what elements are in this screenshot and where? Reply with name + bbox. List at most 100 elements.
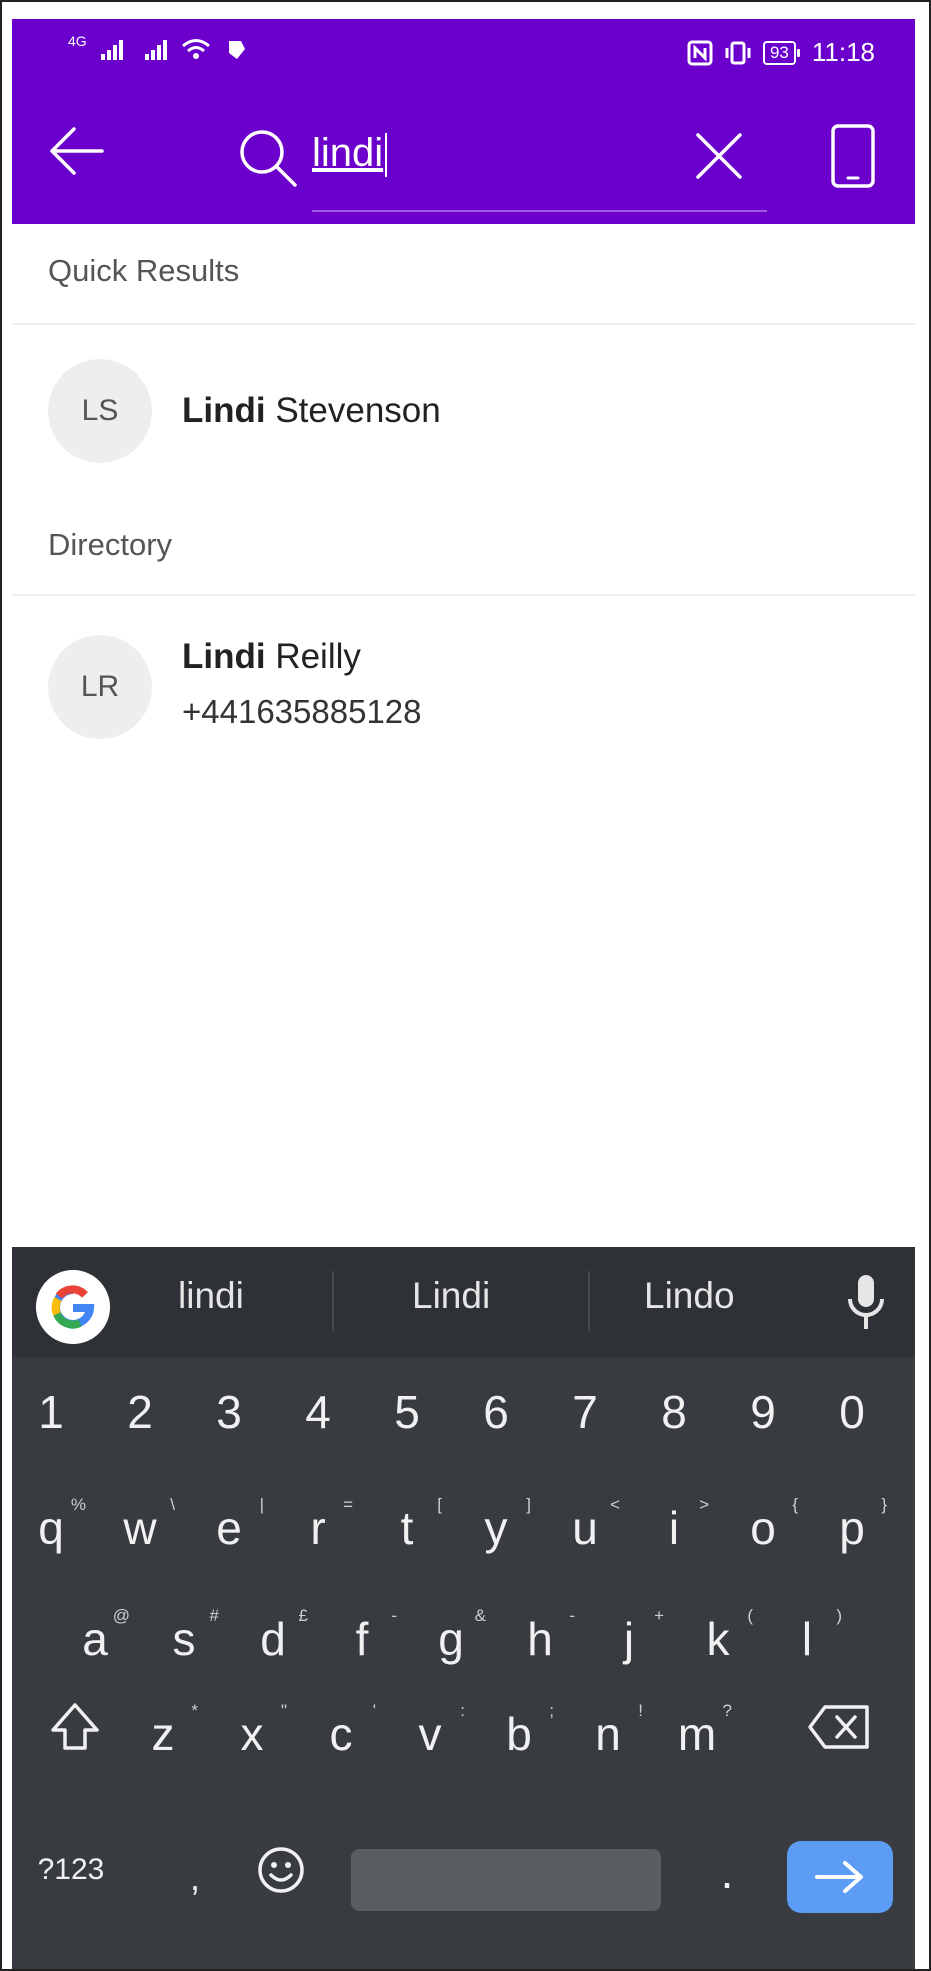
key-label: x (240, 1708, 264, 1760)
key-x[interactable]: x " (227, 1701, 288, 1761)
key-label: k (706, 1613, 730, 1665)
key-1[interactable]: 1 (26, 1385, 76, 1439)
key-d[interactable]: d £ (248, 1606, 308, 1666)
key-7[interactable]: 7 (560, 1385, 610, 1439)
phone-screen: 4G 93 11:18 lindi Quick Results LS Lindi… (12, 19, 915, 1969)
section-divider (12, 323, 915, 325)
key-b[interactable]: b; (494, 1701, 554, 1761)
battery-icon: 93 (762, 40, 800, 65)
microphone-icon[interactable] (844, 1273, 888, 1333)
key-label: e (216, 1502, 242, 1554)
key-4[interactable]: 4 (293, 1385, 343, 1439)
key-hint: * (191, 1701, 198, 1720)
section-divider (12, 594, 915, 596)
key-6[interactable]: 6 (471, 1385, 521, 1439)
suggestion-1[interactable]: lindi (178, 1275, 244, 1317)
key-hint: > (699, 1495, 709, 1514)
key-2[interactable]: 2 (115, 1385, 165, 1439)
key-m[interactable]: m? (672, 1701, 732, 1761)
key-label: 8 (661, 1386, 687, 1438)
search-input[interactable]: lindi (312, 123, 752, 183)
key-hint: : (460, 1701, 465, 1720)
key-y[interactable]: y] (471, 1495, 532, 1555)
period-key[interactable]: . (712, 1845, 742, 1899)
directory-header: Directory (48, 527, 173, 562)
key-label: h (527, 1613, 553, 1665)
key-r[interactable]: r = (293, 1495, 353, 1555)
key-label: t (400, 1502, 414, 1554)
name-match: Lindi (182, 391, 266, 430)
key-label: w (123, 1502, 157, 1554)
key-n[interactable]: n! (583, 1701, 643, 1761)
symbols-key[interactable]: ?123 (36, 1853, 106, 1887)
key-label: i (668, 1502, 680, 1554)
app-bar: 4G 93 11:18 lindi (12, 19, 915, 224)
key-label: 1 (38, 1386, 64, 1438)
directory-item[interactable]: LR Lindi Reilly +441635885128 (12, 631, 915, 771)
key-p[interactable]: p} (827, 1495, 887, 1555)
key-i[interactable]: i > (649, 1495, 709, 1555)
key-f[interactable]: f- (337, 1606, 397, 1666)
emoji-icon[interactable] (256, 1845, 306, 1895)
keyboard: lindi Lindi Lindo 1234567 890 q% w \ e | r = t[ y… (12, 1247, 915, 1969)
key-hint: % (70, 1495, 86, 1514)
suggestion-divider (588, 1271, 590, 1331)
shift-icon[interactable] (48, 1700, 102, 1754)
key-k[interactable]: k( (693, 1606, 754, 1666)
signal-icon-2 (144, 38, 167, 60)
key-0[interactable]: 0 (827, 1385, 877, 1439)
key-u[interactable]: u < (560, 1495, 620, 1555)
name-rest: Stevenson (265, 391, 441, 430)
key-label: y (484, 1502, 508, 1554)
key-label: 7 (572, 1386, 598, 1438)
device-frame: 4G 93 11:18 lindi Quick Results LS Lindi… (0, 0, 931, 1971)
network-type: 4G (68, 33, 87, 49)
key-label: a (82, 1613, 108, 1665)
key-3[interactable]: 3 (204, 1385, 254, 1439)
key-c[interactable]: c ' (316, 1701, 377, 1761)
key-o[interactable]: o{ (738, 1495, 798, 1555)
key-t[interactable]: t[ (382, 1495, 442, 1555)
key-label: u (572, 1502, 598, 1554)
key-label: 5 (394, 1386, 420, 1438)
key-h[interactable]: h- (515, 1606, 575, 1666)
key-label: r (310, 1502, 326, 1554)
backspace-icon[interactable] (807, 1703, 871, 1751)
suggestion-2[interactable]: Lindi (412, 1275, 490, 1317)
status-left: 4G (68, 33, 247, 61)
key-q[interactable]: q% (26, 1495, 86, 1555)
avatar: LS (48, 359, 152, 463)
key-label: o (750, 1502, 776, 1554)
key-g[interactable]: g & (426, 1606, 486, 1666)
key-label: 3 (216, 1386, 242, 1438)
key-5[interactable]: 5 (382, 1385, 432, 1439)
clear-search-icon[interactable] (692, 129, 746, 183)
nfc-icon (687, 40, 713, 65)
wifi-icon (181, 39, 210, 59)
key-hint: ( (747, 1606, 753, 1625)
key-hint: { (792, 1495, 798, 1514)
key-l[interactable]: l) (782, 1606, 842, 1666)
key-v[interactable]: v: (405, 1701, 466, 1761)
key-8[interactable]: 8 (649, 1385, 699, 1439)
key-hint: ) (836, 1606, 842, 1625)
suggestion-3[interactable]: Lindo (644, 1275, 735, 1317)
key-j[interactable]: j + (604, 1606, 664, 1666)
space-key[interactable] (351, 1849, 661, 1911)
key-s[interactable]: s # (159, 1606, 220, 1666)
comma-key[interactable]: , (180, 1857, 210, 1899)
back-arrow-icon[interactable] (46, 123, 106, 179)
quick-result-item[interactable]: LS Lindi Stevenson (12, 359, 915, 479)
key-hint: # (209, 1606, 219, 1625)
key-hint: - (391, 1606, 397, 1625)
google-logo-icon[interactable] (36, 1270, 110, 1344)
key-label: f (355, 1613, 369, 1665)
key-w[interactable]: w \ (115, 1495, 175, 1555)
enter-key[interactable] (787, 1841, 893, 1913)
phone-device-icon[interactable] (830, 123, 876, 189)
key-e[interactable]: e | (204, 1495, 264, 1555)
key-z[interactable]: z * (138, 1701, 199, 1761)
clock: 11:18 (811, 37, 875, 67)
key-9[interactable]: 9 (738, 1385, 788, 1439)
key-a[interactable]: a @ (70, 1606, 130, 1666)
